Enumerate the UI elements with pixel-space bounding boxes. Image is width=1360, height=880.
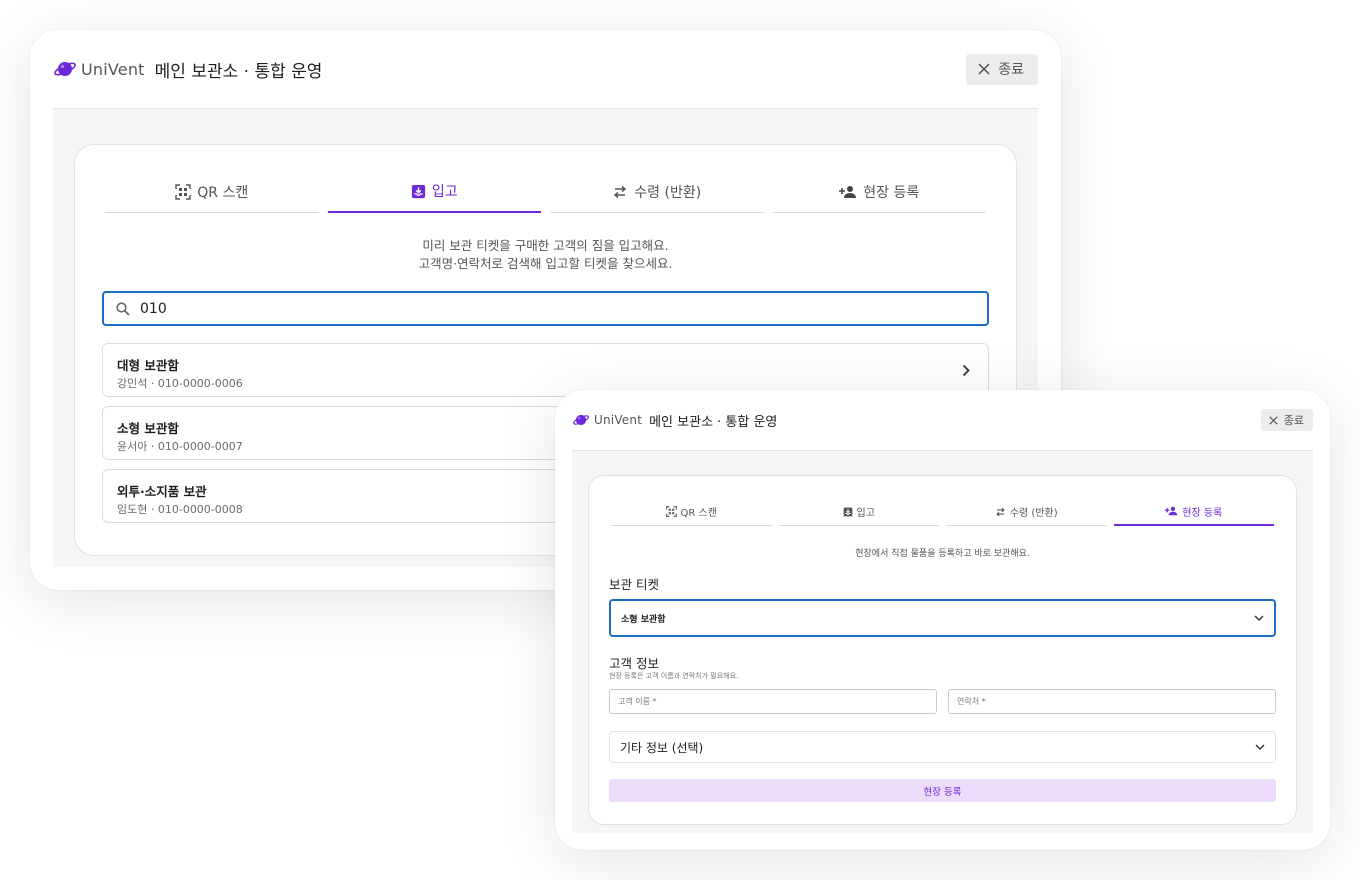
ticket-select[interactable]: 소형 보관함: [609, 599, 1276, 637]
result-title: 외투·소지품 보관: [117, 484, 207, 499]
close-icon: [978, 63, 990, 75]
chevron-down-icon: [1255, 744, 1265, 750]
tab-return[interactable]: 수령 (반환): [946, 498, 1107, 526]
close-button[interactable]: 종료: [966, 53, 1038, 85]
checkin-description: 미리 보관 티켓을 구매한 고객의 짐을 입고해요. 고객명·연락처로 검색해 …: [75, 237, 1016, 273]
tab-checkin[interactable]: 입고: [327, 171, 541, 213]
close-icon: [1269, 415, 1278, 425]
inbox-arrow-icon: [843, 507, 852, 516]
person-add-icon: [839, 185, 857, 198]
search-input[interactable]: [138, 299, 975, 318]
submit-label: 현장 등록: [923, 786, 962, 798]
content-area: QR 스캔 입고 수령 (반환): [572, 451, 1313, 833]
result-item[interactable]: 대형 보관함 강민석 · 010-0000-0006: [102, 343, 989, 397]
tab-label: 현장 등록: [863, 184, 920, 201]
tab-label: 입고: [856, 508, 875, 519]
customer-phone-field[interactable]: 연락처 *: [948, 689, 1276, 714]
customer-name-label: 고객 이름 *: [618, 697, 657, 706]
planet-logo-icon: [573, 414, 589, 426]
extra-info-accordion[interactable]: 기타 정보 (선택): [609, 731, 1276, 763]
window-header: UniVent 메인 보관소 · 통합 운영 종료: [572, 390, 1313, 451]
tab-label: QR 스캔: [197, 184, 249, 201]
tab-bar: QR 스캔 입고 수령 (반환) 현장 등록: [105, 171, 986, 213]
result-subtitle: 임도현 · 010-0000-0008: [117, 503, 243, 516]
tab-return[interactable]: 수령 (반환): [550, 171, 764, 213]
tab-qr-scan[interactable]: QR 스캔: [105, 171, 319, 213]
search-box[interactable]: [102, 291, 989, 326]
tab-label: QR 스캔: [680, 508, 717, 519]
person-add-icon: [1165, 506, 1178, 516]
inbox-arrow-icon: [411, 184, 425, 198]
qr-scan-icon: [175, 183, 191, 200]
onsite-register-window: UniVent 메인 보관소 · 통합 운영 종료 QR 스캔 입고 수령 (반…: [555, 390, 1330, 850]
ticket-select-value: 소형 보관함: [621, 614, 666, 625]
search-icon: [116, 301, 130, 316]
result-subtitle: 강민석 · 010-0000-0006: [117, 377, 243, 390]
chevron-down-icon: [1254, 615, 1264, 621]
result-title: 소형 보관함: [117, 421, 179, 436]
customer-section-title: 고객 정보: [609, 656, 659, 671]
operation-card: QR 스캔 입고 수령 (반환): [588, 475, 1297, 825]
tab-label: 입고: [431, 184, 458, 200]
tab-label: 수령 (반환): [634, 184, 702, 201]
univent-logo: UniVent: [572, 412, 642, 428]
desc-line: 고객명·연락처로 검색해 입고할 티켓을 찾으세요.: [418, 256, 673, 271]
swap-arrows-icon: [996, 507, 1005, 516]
tab-label: 현장 등록: [1182, 507, 1223, 519]
close-button[interactable]: 종료: [1260, 409, 1313, 431]
brand-name: UniVent: [594, 413, 643, 427]
onsite-description: 현장에서 직접 물품을 등록하고 바로 보관해요.: [855, 549, 1030, 559]
chevron-right-icon: [962, 364, 970, 377]
result-title: 대형 보관함: [117, 358, 179, 373]
close-label: 종료: [998, 62, 1024, 78]
tab-bar: QR 스캔 입고 수령 (반환) 현장 등록: [611, 498, 1274, 526]
customer-name-field[interactable]: 고객 이름 *: [609, 689, 937, 714]
customer-phone-label: 연락처 *: [957, 697, 986, 706]
page-title: 메인 보관소 · 통합 운영: [649, 414, 778, 430]
desc-line: 미리 보관 티켓을 구매한 고객의 짐을 입고해요.: [422, 238, 669, 253]
swap-arrows-icon: [614, 185, 627, 198]
univent-logo: UniVent: [53, 58, 145, 80]
extra-info-label: 기타 정보 (선택): [620, 740, 704, 755]
planet-logo-icon: [54, 62, 76, 76]
onsite-register-button[interactable]: 현장 등록: [609, 779, 1276, 802]
tab-checkin[interactable]: 입고: [778, 498, 939, 526]
qr-scan-icon: [665, 506, 677, 517]
tab-onsite-register[interactable]: 현장 등록: [1113, 498, 1274, 526]
ticket-section-title: 보관 티켓: [609, 577, 659, 592]
tab-label: 수령 (반환): [1009, 508, 1058, 519]
tab-qr-scan[interactable]: QR 스캔: [611, 498, 772, 526]
customer-section-hint: 현장 등록은 고객 이름과 연락처가 필요해요.: [609, 672, 739, 680]
page-title: 메인 보관소 · 통합 운영: [154, 61, 323, 82]
window-header: UniVent 메인 보관소 · 통합 운영 종료: [53, 30, 1038, 109]
brand-name: UniVent: [81, 59, 145, 79]
result-subtitle: 윤서아 · 010-0000-0007: [117, 440, 243, 453]
tab-onsite-register[interactable]: 현장 등록: [772, 171, 986, 213]
close-label: 종료: [1283, 414, 1304, 427]
